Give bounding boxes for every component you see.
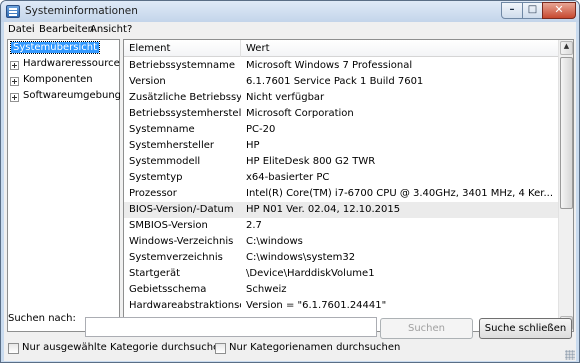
menu-help[interactable]: ? — [127, 24, 132, 35]
tree-item-komponenten[interactable]: Komponenten — [10, 74, 118, 89]
column-divider[interactable] — [240, 40, 241, 57]
table-row[interactable]: Prozessor Intel(R) Core(TM) i7-6700 CPU @… — [124, 186, 559, 202]
window-title: Systeminformationen — [25, 5, 138, 17]
details-list[interactable]: Element Wert Betriebssystemname Microsoft… — [123, 39, 574, 332]
vertical-scrollbar[interactable]: ▲ ▼ — [558, 40, 573, 331]
scroll-up-button[interactable]: ▲ — [560, 41, 573, 55]
menu-ansicht[interactable]: Ansicht — [90, 24, 127, 35]
table-row[interactable]: Gebietsschema Schweiz — [124, 282, 559, 298]
cell-value: Version = "6.1.7601.24441" — [246, 300, 387, 311]
table-row[interactable]: Systemmodell HP EliteDesk 800 G2 TWR — [124, 154, 559, 170]
cell-element: Betriebssystemname — [129, 60, 236, 71]
close-search-button[interactable]: Suche schließen — [479, 318, 572, 339]
table-row[interactable]: Betriebssystemhersteller Microsoft Corpor… — [124, 106, 559, 122]
cell-element: Version — [129, 76, 166, 87]
scroll-thumb[interactable] — [560, 57, 573, 209]
tree-item-hardwareressourcen[interactable]: Hardwareressourcen — [10, 58, 126, 73]
table-row[interactable]: Version 6.1.7601 Service Pack 1 Build 760… — [124, 74, 559, 90]
cell-value: C:\windows — [246, 236, 303, 247]
tree-item-label: Softwareumgebung — [23, 90, 122, 101]
cell-element: SMBIOS-Version — [129, 220, 208, 231]
table-row[interactable]: Betriebssystemname Microsoft Windows 7 Pr… — [124, 58, 559, 74]
cell-value: HP EliteDesk 800 G2 TWR — [246, 156, 376, 167]
chevron-up-icon: ▲ — [563, 42, 570, 50]
cell-value: PC-20 — [246, 124, 276, 135]
close-icon: ✕ — [554, 3, 564, 16]
cell-value: Nicht verfügbar — [246, 92, 325, 103]
cell-value: C:\windows\system32 — [246, 252, 356, 263]
resize-grip[interactable] — [565, 350, 575, 360]
cell-value: Schweiz — [246, 284, 287, 295]
cell-value: \Device\HarddiskVolume1 — [246, 268, 375, 279]
cell-element: Hardwareabstraktionse... — [129, 300, 241, 311]
expand-icon[interactable] — [10, 77, 19, 86]
expand-icon[interactable] — [10, 93, 19, 102]
cell-element: Gebietsschema — [129, 284, 207, 295]
table-row[interactable]: Systemname PC-20 — [124, 122, 559, 138]
close-button[interactable]: ✕ — [542, 2, 576, 19]
tree-item-label: Systemübersicht — [10, 41, 100, 54]
tree-item-label: Komponenten — [23, 74, 93, 85]
cell-element: BIOS-Version/-Datum — [129, 204, 234, 215]
table-row[interactable]: SMBIOS-Version 2.7 — [124, 218, 559, 234]
cell-value: Microsoft Windows 7 Professional — [246, 60, 413, 71]
table-row[interactable]: BIOS-Version/-Datum HP N01 Ver. 02.04, 12… — [124, 202, 559, 218]
menu-bar: Datei Bearbeiten Ansicht ? — [4, 22, 576, 38]
cell-value: HP — [246, 140, 260, 151]
cell-value: x64-basierter PC — [246, 172, 330, 183]
checkbox-label: Nur Kategorienamen durchsuchen — [229, 342, 401, 353]
cell-value: 2.7 — [246, 220, 262, 231]
search-input[interactable] — [85, 317, 377, 337]
minimize-icon: – — [509, 4, 515, 15]
list-rows: Betriebssystemname Microsoft Windows 7 Pr… — [124, 58, 559, 314]
minimize-button[interactable]: – — [501, 2, 523, 19]
cell-element: Betriebssystemhersteller — [129, 108, 241, 119]
checkbox-box[interactable] — [8, 343, 19, 354]
cell-element: Prozessor — [129, 188, 177, 199]
menu-datei[interactable]: Datei — [8, 24, 35, 35]
table-row[interactable]: Windows-Verzeichnis C:\windows — [124, 234, 559, 250]
search-button[interactable]: Suchen — [380, 318, 473, 339]
table-row[interactable]: Startgerät \Device\HarddiskVolume1 — [124, 266, 559, 282]
table-row[interactable]: Systemhersteller HP — [124, 138, 559, 154]
app-window: Systeminformationen – □ ✕ Datei Bearbeit… — [0, 0, 580, 363]
cell-value: 6.1.7601 Service Pack 1 Build 7601 — [246, 76, 424, 87]
title-bar[interactable]: Systeminformationen – □ ✕ — [1, 1, 579, 22]
maximize-button[interactable]: □ — [522, 2, 543, 19]
cell-value: Intel(R) Core(TM) i7-6700 CPU @ 3.40GHz,… — [246, 188, 552, 199]
cell-value: Microsoft Corporation — [246, 108, 354, 119]
search-label: Suchen nach: — [8, 313, 76, 324]
client-area: Datei Bearbeiten Ansicht ? Systemübersic… — [4, 22, 576, 361]
tree-item-softwareumgebung[interactable]: Softwareumgebung — [10, 90, 122, 105]
list-header: Element Wert — [124, 40, 559, 57]
table-row[interactable]: Hardwareabstraktionse... Version = "6.1.7… — [124, 298, 559, 314]
cell-element: Systemhersteller — [129, 140, 214, 151]
table-row[interactable]: Zusätzliche Betriebssyst... Nicht verfügb… — [124, 90, 559, 106]
cell-value: HP N01 Ver. 02.04, 12.10.2015 — [246, 204, 401, 215]
column-header-wert[interactable]: Wert — [246, 43, 270, 54]
checkbox-label: Nur ausgewählte Kategorie durchsuchen — [22, 342, 226, 353]
table-row[interactable]: Systemverzeichnis C:\windows\system32 — [124, 250, 559, 266]
tree-item-systemuebersicht[interactable]: Systemübersicht — [10, 41, 100, 57]
cell-element: Startgerät — [129, 268, 181, 279]
column-header-element[interactable]: Element — [129, 43, 170, 54]
cell-element: Systemname — [129, 124, 195, 135]
tree-item-label: Hardwareressourcen — [23, 58, 127, 69]
expand-icon[interactable] — [10, 61, 19, 70]
cell-element: Systemverzeichnis — [129, 252, 223, 263]
cell-element: Systemmodell — [129, 156, 201, 167]
category-tree[interactable]: Systemübersicht Hardwareressourcen Kompo… — [7, 39, 126, 332]
cell-element: Systemtyp — [129, 172, 183, 183]
table-row[interactable]: Systemtyp x64-basierter PC — [124, 170, 559, 186]
system-info-icon — [6, 5, 20, 18]
menu-bearbeiten[interactable]: Bearbeiten — [39, 24, 94, 35]
cell-element: Zusätzliche Betriebssyst... — [129, 92, 241, 103]
cell-element: Windows-Verzeichnis — [129, 236, 234, 247]
checkbox-box[interactable] — [215, 343, 226, 354]
maximize-icon: □ — [527, 4, 538, 15]
